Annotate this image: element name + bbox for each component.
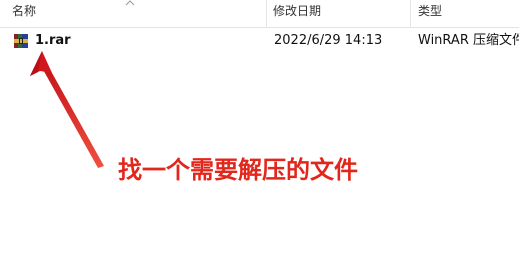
annotation-caption: 找一个需要解压的文件 — [118, 156, 358, 184]
annotation-arrow-icon — [30, 51, 104, 168]
